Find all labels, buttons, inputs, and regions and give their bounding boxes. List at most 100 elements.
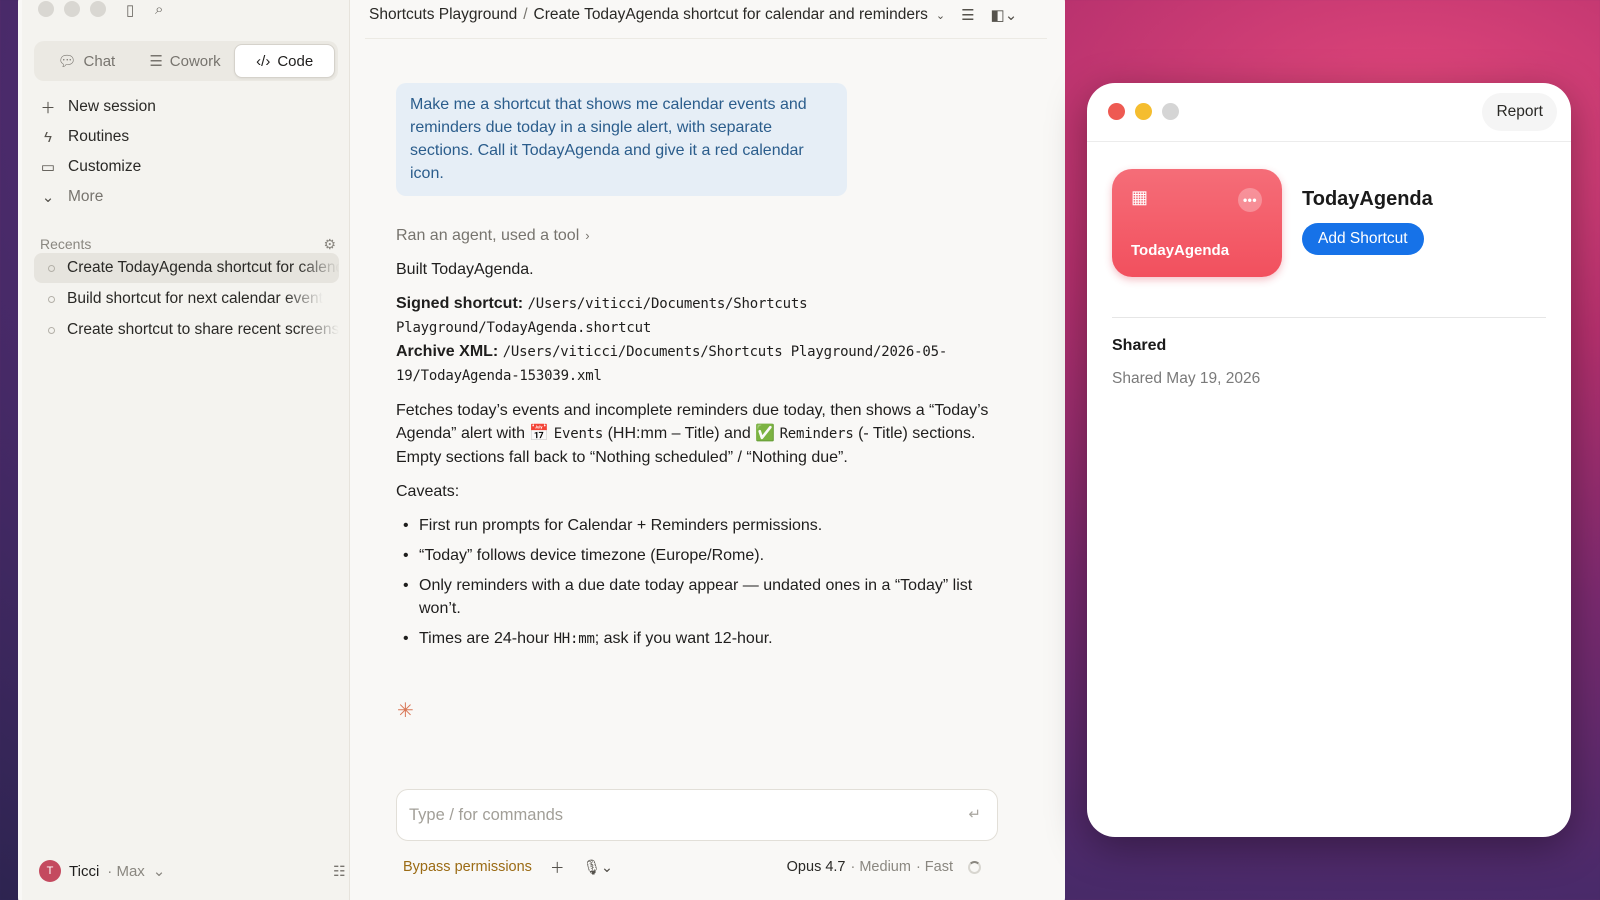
status-dot-icon xyxy=(48,326,55,334)
lightning-icon: ϟ xyxy=(44,128,52,146)
loading-spinner-icon xyxy=(968,860,981,874)
notes-icon[interactable]: ☰ xyxy=(961,6,974,24)
reminders-code: Reminders xyxy=(779,426,854,442)
microphone-icon[interactable]: 🎙︎⌄ xyxy=(582,859,613,876)
sidebar-item-more[interactable]: ⌄ More xyxy=(40,182,340,212)
plus-icon[interactable]: ＋ xyxy=(550,857,565,878)
shortcut-preview-window: Report ▦ ••• TodayAgenda TodayAgenda Add… xyxy=(1087,83,1571,837)
tab-label: Cowork xyxy=(169,52,221,70)
sidebar-toggle-icon[interactable]: ▯ xyxy=(126,1,134,19)
checkmark-emoji-icon: ✅ xyxy=(755,425,776,442)
thinking-spark-icon: ✳ xyxy=(397,700,414,722)
minimize-window-button[interactable] xyxy=(1135,103,1152,120)
sidebar-item-routines[interactable]: ϟ Routines xyxy=(40,122,340,152)
list-item: First run prompts for Calendar + Reminde… xyxy=(396,514,996,537)
recents-list: Create TodayAgenda shortcut for calendar… xyxy=(34,253,339,346)
plus-icon: ＋ xyxy=(40,99,56,117)
zoom-window-button[interactable] xyxy=(1162,103,1179,120)
sidebar-nav: ＋ New session ϟ Routines ▭ Customize ⌄ M… xyxy=(40,92,340,212)
chevron-right-icon: › xyxy=(585,228,590,243)
built-line: Built TodayAgenda. xyxy=(396,261,534,278)
window-controls xyxy=(38,1,106,17)
shortcut-name: TodayAgenda xyxy=(1302,188,1433,210)
user-menu[interactable]: T Ticci · Max ⌄ xyxy=(39,860,165,882)
recent-title: Build shortcut for next calendar event xyxy=(67,290,323,307)
list-item[interactable]: Create shortcut to share recent screensh… xyxy=(34,315,339,345)
divider xyxy=(1112,317,1546,318)
avatar: T xyxy=(39,860,61,882)
code-icon: ‹/› xyxy=(256,52,271,70)
add-shortcut-button[interactable]: Add Shortcut xyxy=(1302,223,1424,255)
project-name[interactable]: Shortcuts Playground xyxy=(369,6,517,24)
search-icon[interactable]: ⌕ xyxy=(155,1,163,18)
mode-switcher: 💬︎ Chat ☰ Cowork ‹/› Code xyxy=(34,41,338,81)
sidebar-item-customize[interactable]: ▭ Customize xyxy=(40,152,340,182)
chevron-down-icon: ⌄ xyxy=(41,189,55,206)
paths-block: Signed shortcut: /Users/viticci/Document… xyxy=(396,292,996,388)
enter-icon[interactable]: ↵ xyxy=(968,805,981,823)
permissions-mode-button[interactable]: Bypass permissions xyxy=(403,859,532,875)
report-button[interactable]: Report xyxy=(1482,93,1557,131)
breadcrumb: Shortcuts Playground / Create TodayAgend… xyxy=(369,0,1049,30)
status-dot-icon xyxy=(48,295,55,303)
list-item: “Today” follows device timezone (Europe/… xyxy=(396,544,996,567)
titlebar: Report xyxy=(1087,83,1571,142)
prompt-input[interactable] xyxy=(409,805,929,825)
sidebar-item-label: More xyxy=(68,188,104,205)
user-message: Make me a shortcut that shows me calenda… xyxy=(396,83,847,196)
more-options-icon[interactable]: ••• xyxy=(1238,188,1262,212)
model-name: Opus 4.7 xyxy=(786,859,846,875)
close-window-button[interactable] xyxy=(38,1,54,17)
model-selector[interactable]: Opus 4.7 · Medium · Fast xyxy=(787,859,981,875)
user-plan: · Max xyxy=(107,862,145,880)
status-dot-icon xyxy=(48,264,55,272)
breadcrumb-separator: / xyxy=(523,6,528,23)
chevron-down-icon: ⌄ xyxy=(152,863,166,880)
sidebar-item-label: Routines xyxy=(68,128,130,145)
shortcut-tile[interactable]: ▦ ••• TodayAgenda xyxy=(1112,169,1282,277)
archive-label: Archive XML: xyxy=(396,343,499,360)
model-effort: · Medium xyxy=(850,859,911,875)
filter-icon[interactable]: ⚙︎ xyxy=(323,236,336,253)
calendar-icon: ▦ xyxy=(1131,187,1149,207)
calendar-emoji-icon: 📅 xyxy=(529,425,550,442)
tile-label: TodayAgenda xyxy=(1131,242,1230,259)
sidebar-item-label: Customize xyxy=(68,158,142,175)
settings-icon[interactable]: ☷ xyxy=(333,863,346,880)
tool-summary[interactable]: Ran an agent, used a tool › xyxy=(396,224,996,247)
caveat-text: Times are 24-hour xyxy=(419,630,554,647)
caveats-label: Caveats: xyxy=(396,483,460,500)
events-code: Events xyxy=(553,426,604,442)
list-item[interactable]: Create TodayAgenda shortcut for calendar… xyxy=(34,253,339,283)
model-speed: · Fast xyxy=(915,859,953,875)
recents-label: Recents xyxy=(40,236,92,252)
tab-cowork[interactable]: ☰ Cowork xyxy=(136,44,235,78)
list-item: Times are 24-hour HH:mm; ask if you want… xyxy=(396,627,996,651)
recent-title: Create TodayAgenda shortcut for calendar… xyxy=(67,259,339,276)
recent-title: Create shortcut to share recent screensh… xyxy=(67,321,339,338)
description-text: (HH:mm – Title) and xyxy=(603,425,756,442)
zoom-window-button[interactable] xyxy=(90,1,106,17)
signed-label: Signed shortcut: xyxy=(396,295,524,312)
tab-chat[interactable]: 💬︎ Chat xyxy=(37,44,136,78)
tab-label: Chat xyxy=(83,52,116,70)
divider xyxy=(365,38,1047,39)
chat-bubble-icon: 💬︎ xyxy=(57,53,77,70)
caveats-list: First run prompts for Calendar + Reminde… xyxy=(396,514,996,651)
minimize-window-button[interactable] xyxy=(64,1,80,17)
chevron-down-icon[interactable]: ⌄ xyxy=(936,9,945,22)
tab-code[interactable]: ‹/› Code xyxy=(234,44,336,78)
sidebar-item-new-session[interactable]: ＋ New session xyxy=(40,92,340,122)
tab-label: Code xyxy=(277,52,314,70)
window-controls xyxy=(1108,103,1179,120)
panel-layout-icon[interactable]: ◧⌄ xyxy=(991,6,1018,24)
sidebar-item-label: New session xyxy=(68,98,156,115)
briefcase-icon: ▭ xyxy=(40,159,56,176)
list-item[interactable]: Build shortcut for next calendar event xyxy=(34,284,339,314)
close-window-button[interactable] xyxy=(1108,103,1125,120)
page-title[interactable]: Create TodayAgenda shortcut for calendar… xyxy=(534,6,928,24)
claude-app-window: ▯ ⌕ 💬︎ Chat ☰ Cowork ‹/› Code ＋ New sess… xyxy=(18,0,1065,900)
composer-toolbar: Bypass permissions ＋ 🎙︎⌄ Opus 4.7 · Medi… xyxy=(403,856,1003,878)
assistant-message: Ran an agent, used a tool › Built TodayAg… xyxy=(396,224,996,658)
time-format-code: HH:mm xyxy=(553,631,595,647)
